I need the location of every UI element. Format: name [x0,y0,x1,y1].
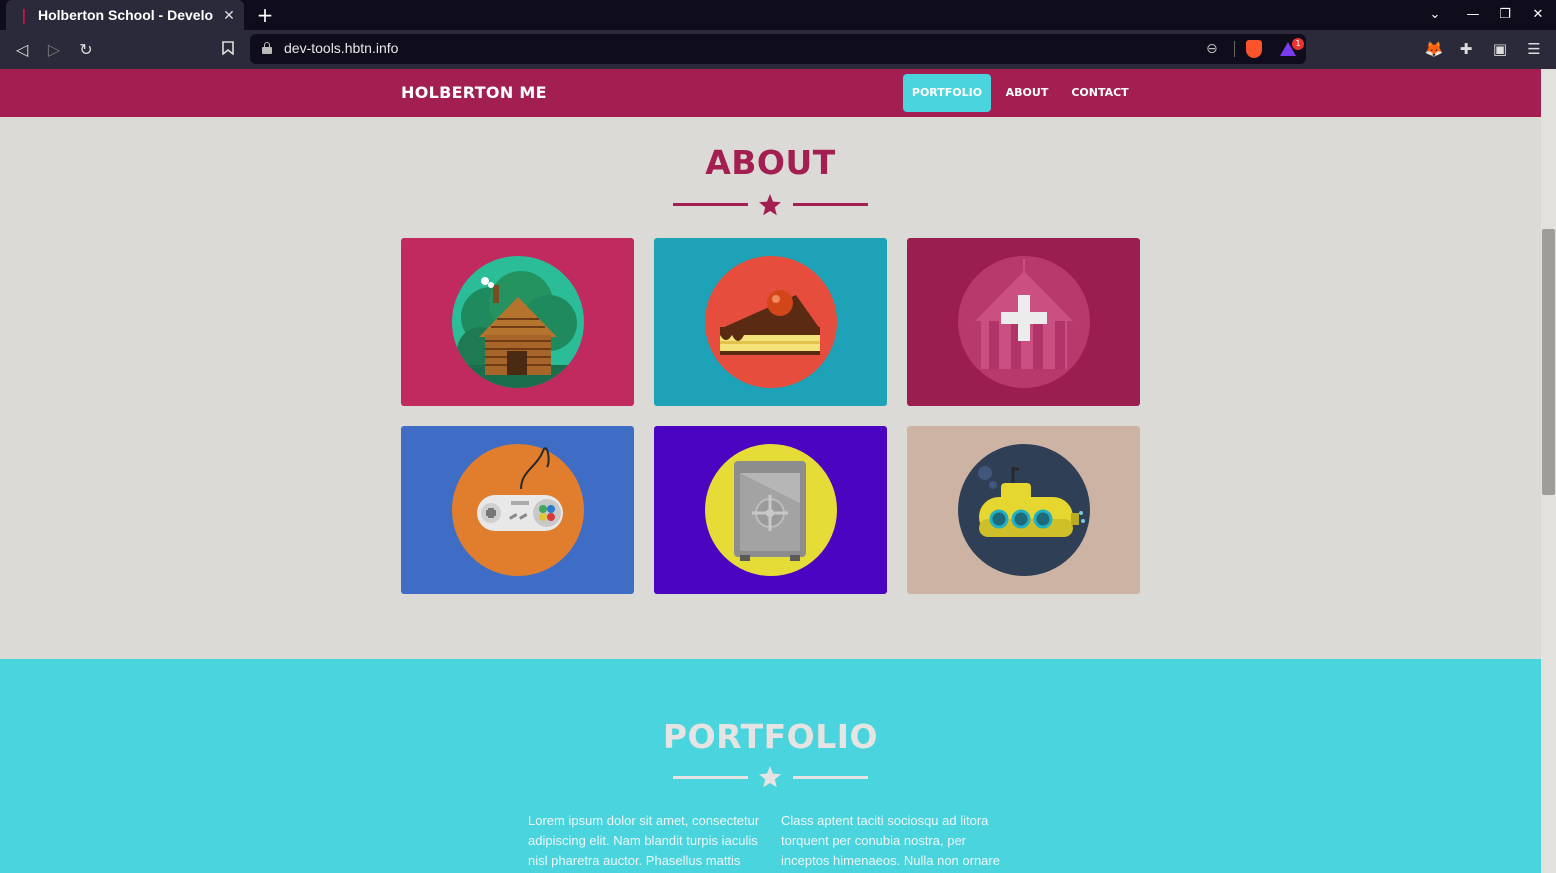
browser-tab[interactable]: ❘ Holberton School - Develo ✕ [6,0,244,30]
about-tile-circus[interactable] [907,238,1140,406]
site-navbar: HOLBERTON ME PORTFOLIO ABOUT CONTACT [0,69,1541,117]
cake-icon [705,256,837,388]
nav-about[interactable]: ABOUT [998,74,1056,112]
about-tile-submarine[interactable] [907,426,1140,594]
about-divider-left [673,203,748,206]
scrollbar-thumb[interactable] [1542,229,1555,495]
wallet-icon[interactable]: ▣ [1490,39,1510,59]
back-icon[interactable]: ◁ [10,38,34,62]
page-scrollbar[interactable] [1541,69,1556,873]
url-divider [1234,41,1235,57]
browser-tab-bar: ❘ Holberton School - Develo ✕ + ⌄ — ❐ ✕ [0,0,1556,30]
new-tab-button[interactable]: + [254,4,276,26]
close-window-icon[interactable]: ✕ [1528,5,1548,25]
forward-icon[interactable]: ▷ [42,38,66,62]
metamask-icon[interactable]: 🦊 [1424,39,1444,59]
portfolio-heading: PORTFOLIO [662,717,879,756]
about-tile-cake[interactable] [654,238,887,406]
rewards-badge: 1 [1292,38,1304,50]
about-tile-safe[interactable] [654,426,887,594]
holberton-favicon-icon: ❘ [18,7,30,23]
tab-list-icon[interactable]: ⌄ [1425,5,1445,25]
about-heading: ABOUT [705,143,836,182]
tab-title: Holberton School - Develo [38,7,214,23]
portfolio-star-icon [759,766,781,788]
about-tile-controller[interactable] [401,426,634,594]
restore-icon[interactable]: ❐ [1495,5,1515,25]
about-divider-right [793,203,868,206]
brave-shields-icon[interactable] [1246,40,1262,58]
circus-tent-icon [958,256,1090,388]
zoom-icon[interactable]: ⊖ [1206,41,1218,57]
portfolio-text-col-1: Lorem ipsum dolor sit amet, consectetur … [528,813,760,868]
minimize-icon[interactable]: — [1463,5,1483,25]
address-bar[interactable]: dev-tools.hbtn.info ⊖ 1 [250,34,1306,64]
nav-portfolio[interactable]: PORTFOLIO [903,74,991,112]
about-star-icon [759,194,781,216]
portfolio-divider-right [793,776,868,779]
portfolio-divider-left [673,776,748,779]
safe-icon [705,444,837,576]
extensions-icon[interactable]: ✚ [1456,39,1476,59]
submarine-icon [958,444,1090,576]
reload-icon[interactable]: ↻ [74,38,98,62]
portfolio-section: PORTFOLIO Lorem ipsum dolor sit amet, co… [0,659,1541,873]
portfolio-text-col-2: Class aptent taciti sociosqu ad litora t… [781,813,1000,868]
cabin-icon [452,256,584,388]
about-tile-cabin[interactable] [401,238,634,406]
browser-toolbar: ◁ ▷ ↻ dev-tools.hbtn.info ⊖ 1 🦊 ✚ ▣ ☰ [0,30,1556,69]
page-viewport: HOLBERTON ME PORTFOLIO ABOUT CONTACT ABO… [0,69,1541,873]
site-brand[interactable]: HOLBERTON ME [401,83,547,102]
lock-icon [262,42,272,54]
nav-contact[interactable]: CONTACT [1064,74,1136,112]
game-controller-icon [452,444,584,576]
menu-icon[interactable]: ☰ [1524,39,1544,59]
close-tab-icon[interactable]: ✕ [222,8,236,22]
url-text[interactable]: dev-tools.hbtn.info [284,40,398,56]
bookmark-icon[interactable] [216,38,240,62]
